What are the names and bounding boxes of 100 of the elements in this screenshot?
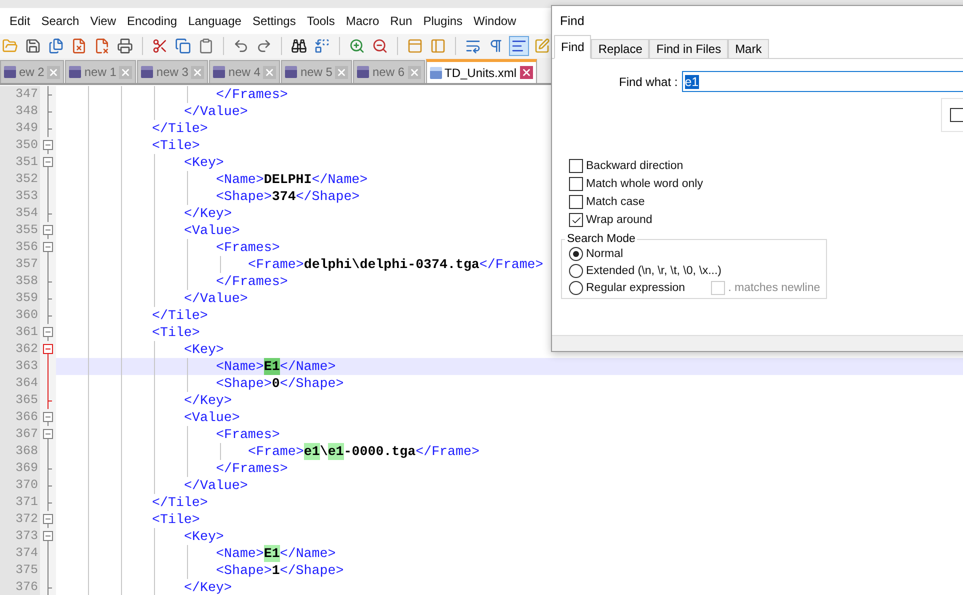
group-title: Search Mode bbox=[566, 233, 636, 245]
xml-tag: </Value> bbox=[184, 477, 248, 494]
tab-label: new 4 bbox=[228, 65, 260, 79]
line-number: 365 bbox=[0, 392, 40, 409]
search-match: e1 bbox=[304, 443, 320, 460]
xml-tag: <Frame> bbox=[248, 443, 304, 460]
xml-tag: <Name> bbox=[216, 171, 264, 188]
menu-item[interactable]: Run bbox=[384, 14, 418, 28]
checkbox[interactable] bbox=[569, 213, 583, 227]
close-icon[interactable] bbox=[520, 66, 533, 79]
x-mark-icon bbox=[120, 66, 132, 78]
checkbox[interactable] bbox=[569, 177, 583, 191]
find-what-field[interactable]: e1 bbox=[682, 71, 963, 92]
fold-minus-icon[interactable] bbox=[42, 528, 54, 545]
radio-button[interactable] bbox=[569, 264, 583, 278]
xml-tag: </Tile> bbox=[152, 307, 208, 324]
xml-tag: </Frame> bbox=[416, 443, 480, 460]
menu-item[interactable]: Tools bbox=[301, 14, 340, 28]
dialog-tab[interactable]: Find in Files bbox=[649, 39, 728, 58]
fold-minus-icon[interactable] bbox=[42, 154, 54, 171]
fold-minus-icon[interactable] bbox=[42, 426, 54, 443]
tab-label: new 6 bbox=[372, 65, 405, 79]
fold-minus-icon[interactable] bbox=[42, 324, 54, 341]
fold-minus-icon[interactable] bbox=[42, 409, 54, 426]
fold-minus-icon[interactable] bbox=[42, 511, 54, 528]
line-number: 376 bbox=[0, 579, 40, 595]
xml-tag: <Name> bbox=[216, 358, 264, 375]
close-file-icon bbox=[71, 38, 87, 54]
menu-item[interactable]: Edit bbox=[4, 14, 36, 28]
redo-icon bbox=[256, 38, 272, 54]
menu-item[interactable]: Plugins bbox=[418, 14, 468, 28]
copy-icon bbox=[175, 38, 191, 54]
line-number: 356 bbox=[0, 239, 40, 256]
radio-label: Regular expression bbox=[586, 282, 686, 294]
fold-minus-icon[interactable] bbox=[42, 222, 54, 239]
xml-tag: </Name> bbox=[312, 171, 368, 188]
copy-button[interactable] bbox=[173, 36, 193, 56]
file-tab[interactable]: TD_Units.xml bbox=[426, 59, 537, 83]
line-number: 350 bbox=[0, 137, 40, 154]
checkbox-label: Match whole word only bbox=[586, 178, 703, 190]
checkbox-label: Backward direction bbox=[586, 160, 684, 172]
save-icon bbox=[69, 66, 82, 78]
dialog-tab[interactable]: Mark bbox=[728, 39, 769, 58]
line-number: 366 bbox=[0, 409, 40, 426]
line-number: 358 bbox=[0, 273, 40, 290]
xml-tag: <Frames> bbox=[216, 239, 280, 256]
x-mark-icon bbox=[48, 66, 60, 78]
fold-minus-icon[interactable] bbox=[42, 341, 54, 358]
folder-icon bbox=[2, 38, 18, 54]
menu-item[interactable]: Encoding bbox=[122, 14, 183, 28]
radio-dot bbox=[573, 251, 579, 257]
menu-item[interactable]: Language bbox=[182, 14, 247, 28]
xml-tag: </Shape> bbox=[280, 562, 344, 579]
xml-tag: <Value> bbox=[184, 222, 240, 239]
paste-icon bbox=[198, 38, 214, 54]
line-number: 347 bbox=[0, 86, 40, 103]
line-number: 367 bbox=[0, 426, 40, 443]
line-number: 374 bbox=[0, 545, 40, 562]
menu-item[interactable]: Macro bbox=[340, 14, 385, 28]
x-mark-icon bbox=[520, 67, 532, 78]
xml-tag: </Frames> bbox=[216, 273, 288, 290]
line-number: 364 bbox=[0, 375, 40, 392]
indent-guide-icon bbox=[511, 38, 527, 54]
line-number: 375 bbox=[0, 562, 40, 579]
xml-tag: </Frame> bbox=[479, 256, 544, 273]
radio-label: Extended (\n, \r, \t, \0, \x...) bbox=[586, 265, 722, 277]
tab-label: new 3 bbox=[156, 65, 188, 79]
radio-button[interactable] bbox=[569, 247, 583, 261]
xml-tag: </Key> bbox=[184, 205, 232, 222]
fold-minus-icon[interactable] bbox=[42, 137, 54, 154]
menu-item[interactable]: Window bbox=[468, 14, 522, 28]
menu-item[interactable]: View bbox=[84, 14, 122, 28]
tab-label: TD_Units.xml bbox=[444, 66, 517, 80]
xml-tag: </Value> bbox=[184, 103, 248, 120]
xml-text: 374 bbox=[272, 188, 296, 205]
field-label: Find what : bbox=[619, 74, 678, 88]
line-number: 355 bbox=[0, 222, 40, 239]
menu-item[interactable]: Settings bbox=[246, 14, 302, 28]
line-number: 369 bbox=[0, 460, 40, 477]
dialog-tab[interactable]: Find bbox=[554, 35, 592, 59]
line-number: 362 bbox=[0, 341, 40, 358]
xml-tag: </Tile> bbox=[152, 120, 208, 137]
xml-tag: </Name> bbox=[280, 545, 336, 562]
xml-tag: </Tile> bbox=[152, 494, 208, 511]
xml-text: -0000.tga bbox=[344, 443, 416, 460]
line-number: 352 bbox=[0, 171, 40, 188]
xml-tag: <Name> bbox=[216, 545, 264, 562]
menu-item[interactable]: Search bbox=[36, 14, 85, 28]
checkbox[interactable] bbox=[569, 159, 583, 173]
line-number: 371 bbox=[0, 494, 40, 511]
line-number: 351 bbox=[0, 154, 40, 171]
save-icon bbox=[213, 66, 226, 78]
fold-minus-icon[interactable] bbox=[42, 239, 54, 256]
checkbox[interactable] bbox=[569, 195, 583, 209]
tab-label: new 5 bbox=[300, 65, 332, 79]
radio-button[interactable] bbox=[569, 281, 583, 295]
indent-guide-button[interactable] bbox=[509, 36, 529, 56]
print-button[interactable] bbox=[115, 36, 135, 56]
checkbox[interactable] bbox=[950, 108, 963, 122]
dialog-tab[interactable]: Replace bbox=[591, 39, 650, 58]
